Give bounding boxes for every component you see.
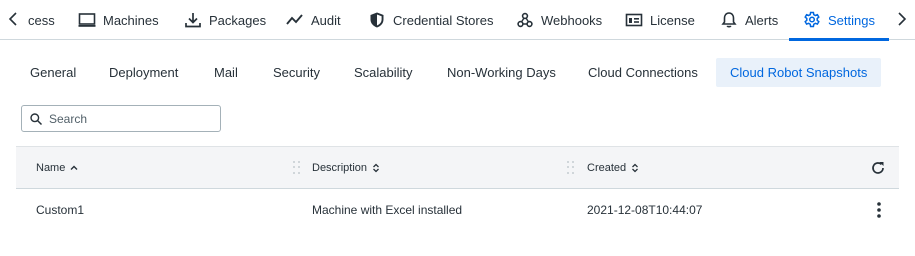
cell-created: 2021-12-08T10:44:07 [587,203,703,217]
bell-icon [720,11,738,29]
tab-alerts[interactable]: Alerts [720,0,778,40]
sort-ascending-icon [70,163,78,173]
tab-settings[interactable]: Settings [789,0,889,41]
subtab-general[interactable]: General [30,58,76,87]
top-navigation: cess Machines Packages Audit Credential … [0,0,915,41]
subtab-security[interactable]: Security [273,58,320,87]
table-header: Name Description Created [16,146,899,189]
gear-icon [803,11,821,29]
search-input[interactable] [49,111,209,126]
column-label: Created [587,162,627,174]
sort-icon [372,163,380,173]
column-label: Name [36,162,66,174]
subtab-cloud-robot-snapshots[interactable]: Cloud Robot Snapshots [716,58,882,87]
search-icon [29,112,43,126]
column-resize-handle[interactable] [567,161,575,175]
tab-label: Packages [209,12,267,28]
tab-label: Audit [311,12,341,28]
tab-machines[interactable]: Machines [78,0,159,40]
subtab-deployment[interactable]: Deployment [109,58,178,87]
webhook-icon [516,11,534,29]
scroll-right-arrow[interactable] [891,0,913,38]
shield-icon [368,11,386,29]
chevron-right-icon [898,12,907,26]
more-vertical-icon [877,202,881,218]
tab-label: Machines [103,12,159,28]
refresh-button[interactable] [870,160,886,176]
chevron-left-icon [8,12,17,26]
tab-license[interactable]: License [625,0,695,40]
tab-label: License [650,12,695,28]
tab-credential-stores[interactable]: Credential Stores [368,0,493,40]
cell-name: Custom1 [36,203,85,217]
tab-audit[interactable]: Audit [286,0,341,40]
column-header-created[interactable]: Created [587,147,639,189]
search-box [21,105,221,132]
subtab-cloud-connections[interactable]: Cloud Connections [588,58,698,87]
tab-label: Settings [828,12,875,28]
scroll-left-arrow[interactable] [2,0,24,38]
tab-label: Credential Stores [393,12,494,28]
license-icon [625,11,643,29]
cell-description: Machine with Excel installed [312,203,463,217]
column-header-name[interactable]: Name [36,147,78,189]
column-resize-handle[interactable] [293,161,301,175]
sort-icon [631,163,639,173]
download-icon [184,11,202,29]
subtab-mail[interactable]: Mail [214,58,238,87]
tab-process-partial[interactable]: cess [28,0,56,40]
tab-label: Webhooks [541,12,603,28]
row-actions-button[interactable] [869,200,889,220]
subtab-scalability[interactable]: Scalability [354,58,413,87]
monitor-icon [78,11,96,29]
tab-webhooks[interactable]: Webhooks [516,0,602,40]
column-header-description[interactable]: Description [312,147,380,189]
trend-icon [286,11,304,29]
tab-packages[interactable]: Packages [184,0,266,40]
tab-label: cess [28,12,55,28]
tab-label: Alerts [745,12,779,28]
refresh-icon [872,162,884,174]
column-label: Description [312,162,368,174]
subtab-non-working-days[interactable]: Non-Working Days [447,58,556,87]
table-row[interactable]: Custom1 Machine with Excel installed 202… [16,190,899,230]
